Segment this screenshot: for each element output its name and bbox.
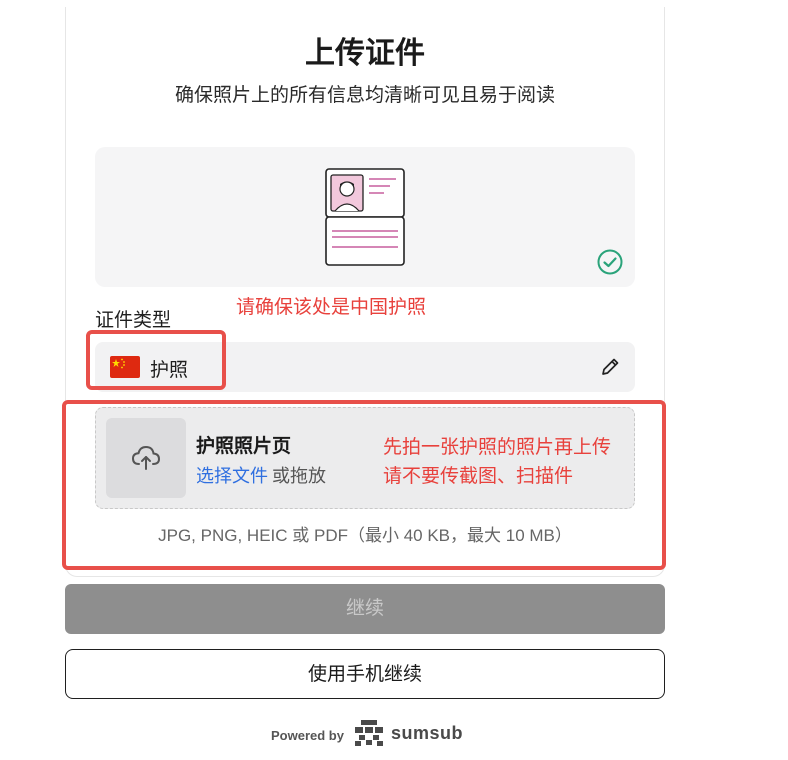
- pencil-edit-icon[interactable]: [599, 356, 621, 378]
- annotation-doc-type: 请确保该处是中国护照: [236, 297, 427, 318]
- page-subtitle: 确保照片上的所有信息均清晰可见且易于阅读: [174, 85, 555, 106]
- sumsub-logo-icon: [355, 720, 383, 746]
- passport-illustration-icon: [325, 168, 405, 266]
- annotation-box-doc-type: [86, 330, 226, 390]
- check-circle-icon: [597, 249, 623, 275]
- document-type-label: 证件类型: [95, 310, 172, 331]
- powered-by-text: Powered by: [271, 728, 344, 743]
- annotation-box-upload: [62, 400, 666, 570]
- document-illustration: [95, 147, 635, 287]
- page-title: 上传证件: [305, 37, 425, 70]
- continue-button[interactable]: 继续: [65, 584, 665, 634]
- continue-on-phone-button[interactable]: 使用手机继续: [65, 649, 665, 699]
- brand-name: sumsub: [391, 723, 464, 743]
